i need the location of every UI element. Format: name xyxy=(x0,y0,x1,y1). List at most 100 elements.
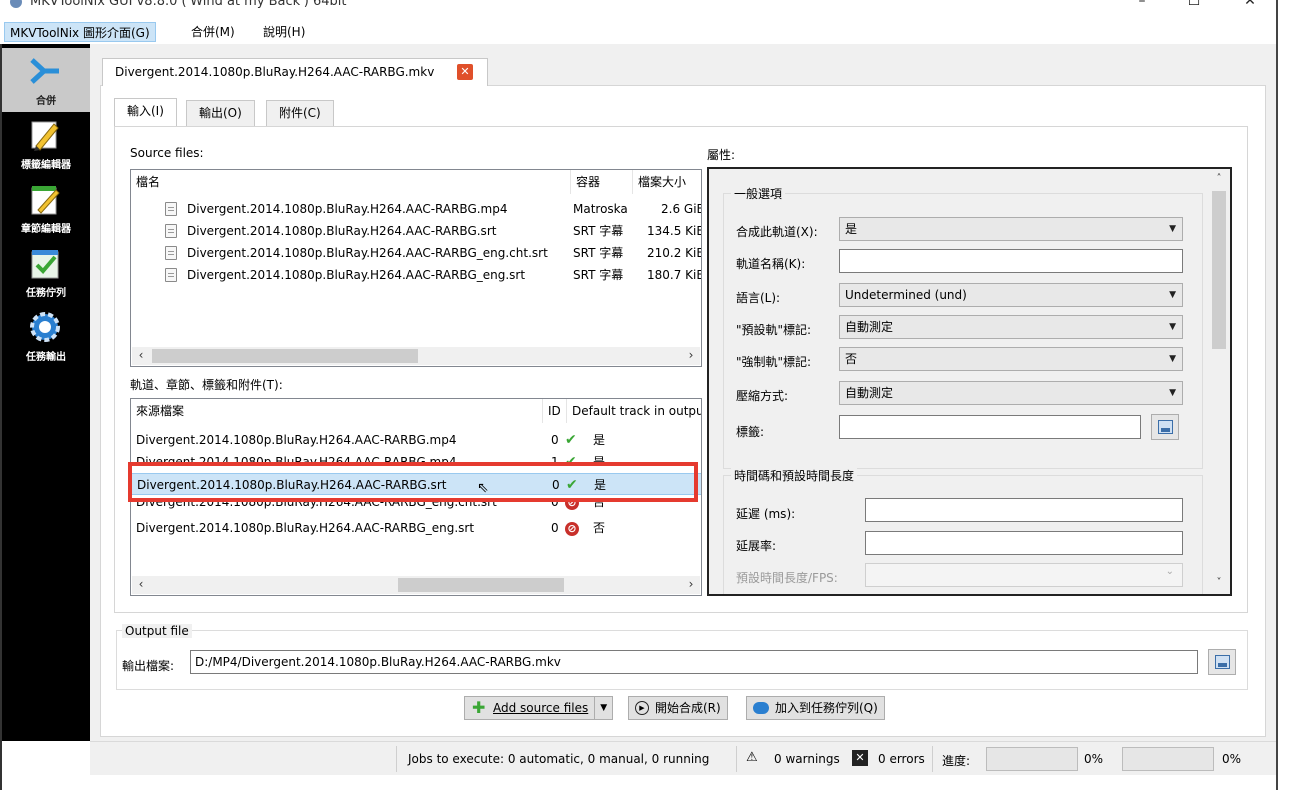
window-frame xyxy=(0,44,2,790)
track-name-label: 軌道名稱(K): xyxy=(736,257,806,271)
window-title: MKVToolNix GUI v8.8.0 ('Wind at my Back'… xyxy=(30,0,347,9)
tags-label: 標籤: xyxy=(736,425,765,439)
delay-input[interactable] xyxy=(865,498,1183,522)
menu-help[interactable]: 說明(H) xyxy=(258,22,310,42)
language-value: Undetermined (und) xyxy=(845,288,967,302)
file-icon xyxy=(165,202,177,216)
language-select[interactable]: Undetermined (und) ▼ xyxy=(839,283,1183,307)
output-file-input[interactable]: D:/MP4/Divergent.2014.1080p.BluRay.H264.… xyxy=(190,650,1198,674)
list-item[interactable]: Divergent.2014.1080p.BluRay.H264.AAC-RAR… xyxy=(131,220,701,242)
file-tab[interactable]: Divergent.2014.1080p.BluRay.H264.AAC-RAR… xyxy=(102,58,488,86)
notepad-pencil-icon xyxy=(31,186,60,215)
menu-merge[interactable]: 合併(M) xyxy=(186,22,240,42)
table-row[interactable]: Divergent.2014.1080p.BluRay.H264.AAC-RAR… xyxy=(131,517,701,539)
scroll-left-icon[interactable]: ‹ xyxy=(132,576,150,594)
warning-icon: ⚠ xyxy=(746,750,758,765)
list-item[interactable]: Divergent.2014.1080p.BluRay.H264.AAC-RAR… xyxy=(131,264,701,286)
scroll-left-icon[interactable]: ‹ xyxy=(132,347,150,365)
dropdown-arrow-icon: ▼ xyxy=(1169,322,1176,332)
add-source-files-button[interactable]: ✚ Add source files ▼ xyxy=(464,696,614,720)
title-bar: MKVToolNix GUI v8.8.0 ('Wind at my Back'… xyxy=(0,0,1298,16)
error-icon: ✕ xyxy=(852,750,868,766)
dropdown-arrow-icon: ▼ xyxy=(1169,224,1176,234)
tab-input[interactable]: 輸入(I) xyxy=(114,98,177,127)
sidebar-item-chapter-editor[interactable]: 章節編輯器 xyxy=(2,176,90,240)
file-name: Divergent.2014.1080p.BluRay.H264.AAC-RAR… xyxy=(187,224,497,238)
open-file-icon xyxy=(1158,420,1173,434)
merge-track-value: 是 xyxy=(845,222,858,236)
scroll-down-icon[interactable]: ˅ xyxy=(1210,575,1228,591)
scroll-up-icon[interactable]: ˄ xyxy=(1210,171,1228,187)
forced-flag-select[interactable]: 否 ▼ xyxy=(839,347,1183,371)
source-files-hscrollbar[interactable]: ‹ › xyxy=(132,347,700,365)
close-tab-icon[interactable]: ✕ xyxy=(457,64,473,80)
source-files-label: Source files: xyxy=(130,146,204,160)
merge-track-select[interactable]: 是 ▼ xyxy=(839,217,1183,241)
sidebar-label-job-queue: 任務佇列 xyxy=(26,288,66,299)
status-bar: Jobs to execute: 0 automatic, 0 manual, … xyxy=(90,741,1276,775)
browse-output-button[interactable] xyxy=(1208,649,1236,675)
file-name: Divergent.2014.1080p.BluRay.H264.AAC-RAR… xyxy=(187,268,526,282)
tracks-hscrollbar[interactable]: ‹ › xyxy=(132,576,700,594)
scrollbar-thumb[interactable] xyxy=(398,578,564,592)
menu-mkvtoolnix[interactable]: MKVToolNix 圖形介面(G) xyxy=(4,22,156,42)
scroll-right-icon[interactable]: › xyxy=(682,576,700,594)
track-name-input[interactable] xyxy=(839,249,1183,273)
compression-select[interactable]: 自動測定 ▼ xyxy=(839,381,1183,405)
column-header-size[interactable]: 檔案大小 xyxy=(633,170,701,194)
sidebar-item-tag-editor[interactable]: 標籤編輯器 xyxy=(2,112,90,176)
column-header-default[interactable]: Default track in output xyxy=(567,399,701,423)
tab-output[interactable]: 輸出(O) xyxy=(186,100,255,126)
column-header-container[interactable]: 容器 xyxy=(571,170,633,194)
maximize-button[interactable]: ☐ xyxy=(1184,0,1204,10)
properties-vscrollbar[interactable]: ˄ ˅ xyxy=(1210,171,1228,591)
file-name: Divergent.2014.1080p.BluRay.H264.AAC-RAR… xyxy=(187,202,508,216)
scrollbar-thumb[interactable] xyxy=(1212,191,1226,349)
general-options-title: 一般選項 xyxy=(731,185,786,202)
file-container: SRT 字幕 xyxy=(573,268,624,282)
gear-output-icon xyxy=(30,312,60,342)
stretch-input[interactable] xyxy=(865,531,1183,555)
tags-input[interactable] xyxy=(839,415,1141,439)
dropdown-arrow-icon[interactable]: ▼ xyxy=(594,697,612,719)
add-to-queue-button[interactable]: 加入到任務佇列(Q) xyxy=(746,696,885,720)
close-window-button[interactable]: ✕ xyxy=(1240,0,1260,10)
list-item[interactable]: Divergent.2014.1080p.BluRay.H264.AAC-RAR… xyxy=(131,198,702,220)
browse-tags-button[interactable] xyxy=(1151,414,1179,440)
sidebar-item-job-queue[interactable]: 任務佇列 xyxy=(2,240,90,304)
window-frame xyxy=(1276,0,1278,790)
sidebar-item-merge[interactable]: 合併 xyxy=(2,48,90,112)
progress-percent-total: 0% xyxy=(1222,752,1242,766)
pencil-icon xyxy=(31,121,59,151)
file-size: 2.6 GiB xyxy=(661,202,702,216)
errors-status: 0 errors xyxy=(878,752,925,766)
app-icon xyxy=(10,0,22,8)
column-header-filename[interactable]: 檔名 xyxy=(131,170,571,194)
source-files-list[interactable]: 檔名 容器 檔案大小 Divergent.2014.1080p.BluRay.H… xyxy=(130,169,702,367)
language-label: 語言(L): xyxy=(736,291,781,305)
sidebar-label-job-output: 任務輸出 xyxy=(26,352,66,363)
plus-icon: ✚ xyxy=(472,698,486,717)
scroll-right-icon[interactable]: › xyxy=(682,347,700,365)
default-flag-select[interactable]: 自動測定 ▼ xyxy=(839,315,1183,339)
compression-label: 壓縮方式: xyxy=(736,389,789,403)
timing-group-title: 時間碼和預設時間長度 xyxy=(731,467,858,484)
table-row[interactable]: Divergent.2014.1080p.BluRay.H264.AAC-RAR… xyxy=(131,429,701,451)
minimize-button[interactable]: – xyxy=(1132,0,1152,10)
scrollbar-thumb[interactable] xyxy=(152,349,418,363)
duration-select[interactable]: ⌄ xyxy=(865,563,1183,587)
merge-icon xyxy=(30,58,59,84)
status-separator xyxy=(396,746,397,772)
sidebar-item-job-output[interactable]: 任務輸出 xyxy=(2,304,90,368)
file-name: Divergent.2014.1080p.BluRay.H264.AAC-RAR… xyxy=(187,246,548,260)
list-item[interactable]: Divergent.2014.1080p.BluRay.H264.AAC-RAR… xyxy=(131,242,701,264)
duration-label: 預設時間長度/FPS: xyxy=(736,571,838,585)
warnings-status: 0 warnings xyxy=(774,752,840,766)
column-header-id[interactable]: ID xyxy=(543,399,567,423)
column-header-source[interactable]: 來源檔案 xyxy=(131,399,543,423)
start-merge-button[interactable]: ▶ 開始合成(R) xyxy=(628,696,728,720)
file-container: SRT 字幕 xyxy=(573,224,624,238)
tab-attachments[interactable]: 附件(C) xyxy=(266,100,334,126)
compression-value: 自動測定 xyxy=(845,386,894,400)
track-source: Divergent.2014.1080p.BluRay.H264.AAC-RAR… xyxy=(136,521,475,535)
